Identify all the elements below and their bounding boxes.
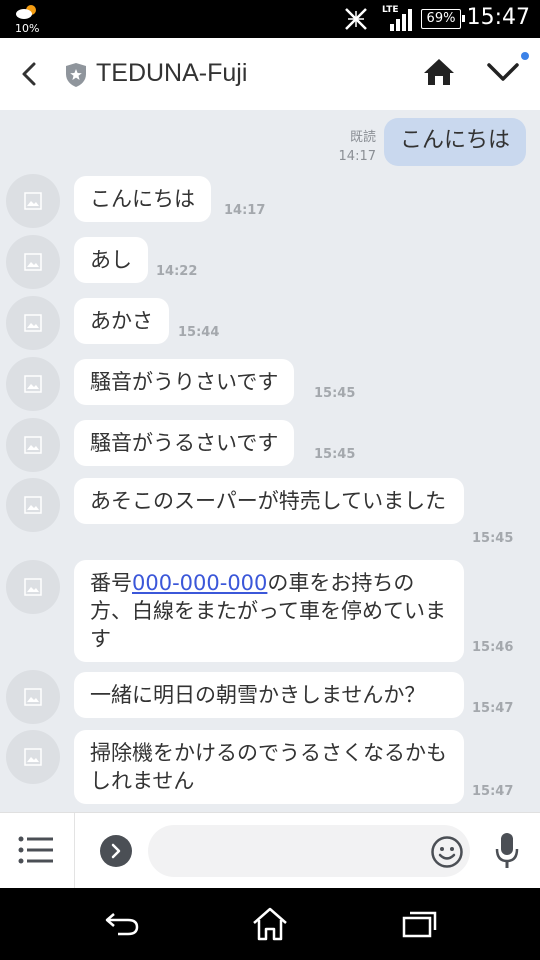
message-bubble[interactable]: 番号000-000-000の車をお持ちの方、白線をまたがって車を停めています [74,560,464,662]
avatar[interactable] [6,478,60,532]
image-placeholder-icon [24,253,42,271]
message-input[interactable] [148,825,470,877]
message-bubble[interactable]: こんにちは [74,176,211,222]
message-time: 14:17 [224,203,266,218]
message-bubble[interactable]: あし [74,237,148,283]
back-arrow-icon[interactable] [16,60,44,88]
avatar[interactable] [6,174,60,228]
expand-button[interactable] [100,835,132,867]
message-bubble[interactable]: あそこのスーパーが特売していました [74,478,464,524]
image-placeholder-icon [24,688,42,706]
image-placeholder-icon [24,192,42,210]
microphone-icon[interactable] [494,831,520,871]
status-bar: 10% LTE 69% 15:47 [0,0,540,38]
message-bubble[interactable]: あかさ [74,298,169,344]
signal-icon [390,9,412,31]
message-input-bar [0,812,540,889]
read-label: 既読 [349,130,376,145]
official-shield-icon [66,63,86,87]
message-time: 15:45 [472,531,514,546]
message-time: 15:47 [472,784,514,799]
avatar[interactable] [6,560,60,614]
weather-percent: 10% [15,22,40,35]
chat-area[interactable]: こんにちは 既読 14:17 こんにちは 14:17 あし 14:22 あかさ … [0,110,540,812]
message-time: 14:22 [156,264,198,279]
image-placeholder-icon [24,436,42,454]
message-bubble[interactable]: 騒音がうりさいです [74,359,295,405]
divider [74,813,75,889]
message-time: 15:46 [472,640,514,655]
sent-time: 14:17 [338,149,376,164]
sent-bubble[interactable]: こんにちは [383,118,526,166]
message-time: 15:45 [314,447,356,462]
navigation-bar [0,888,540,960]
avatar[interactable] [6,670,60,724]
message-bubble[interactable]: 掃除機をかけるのでうるさくなるかもしれません [74,730,464,804]
message-bubble[interactable]: 騒音がうるさいです [74,420,295,466]
nav-recent-apps-icon[interactable] [402,910,438,938]
nav-back-icon[interactable] [104,910,140,938]
home-icon[interactable] [422,57,456,87]
wifi-off-icon [345,8,367,30]
message-text-before: 番号 [90,571,132,595]
avatar[interactable] [6,357,60,411]
message-bubble[interactable]: 一緒に明日の朝雪かきしませんか？ [74,672,464,718]
nav-home-icon[interactable] [251,906,289,942]
menu-list-icon[interactable] [18,835,54,865]
battery-indicator: 69% [421,9,465,29]
image-placeholder-icon [24,578,42,596]
chevron-down-icon[interactable] [486,60,520,84]
weather-icon: 10% [14,3,48,35]
sent-meta: 既読 14:17 [339,128,376,166]
message-time: 15:45 [314,386,356,401]
avatar[interactable] [6,418,60,472]
chevron-right-icon [111,843,121,859]
image-placeholder-icon [24,748,42,766]
phone-number-link[interactable]: 000-000-000 [132,571,267,595]
chat-title: TEDUNA-Fuji [96,59,248,87]
avatar[interactable] [6,296,60,350]
avatar[interactable] [6,730,60,784]
status-time: 15:47 [466,5,530,30]
image-placeholder-icon [24,496,42,514]
image-placeholder-icon [24,375,42,393]
message-time: 15:47 [472,701,514,716]
emoji-icon[interactable] [430,835,464,869]
message-time: 15:44 [178,325,220,340]
avatar[interactable] [6,235,60,289]
chat-header: TEDUNA-Fuji [0,38,540,110]
notification-dot [521,52,529,60]
image-placeholder-icon [24,314,42,332]
